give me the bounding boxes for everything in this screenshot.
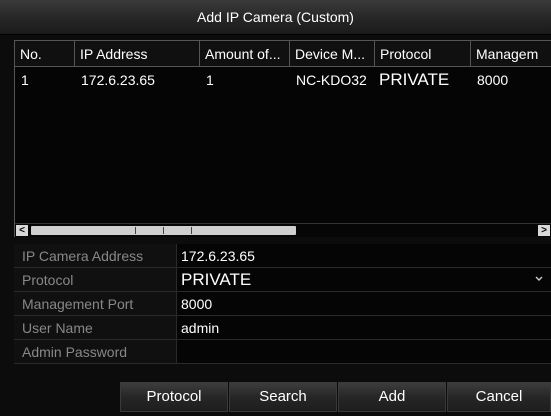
admin-password-field[interactable]	[177, 340, 551, 364]
thumb-grip	[135, 227, 136, 234]
column-header-amount[interactable]: Amount of...	[200, 41, 290, 67]
column-header-no[interactable]: No.	[15, 41, 75, 67]
camera-form: IP Camera Address 172.6.23.65 Protocol P…	[14, 244, 551, 364]
add-ip-camera-dialog: Add IP Camera (Custom) No. IP Address Am…	[0, 0, 551, 416]
cancel-button[interactable]: Cancel	[447, 382, 551, 412]
form-row-user: User Name admin	[14, 316, 551, 340]
column-header-ip-address[interactable]: IP Address	[75, 41, 200, 67]
scroll-left-icon[interactable]: <	[16, 225, 28, 236]
cell-device-model: NC-KDO32	[296, 72, 367, 88]
management-port-field[interactable]: 8000	[177, 292, 551, 316]
cell-protocol: PRIVATE	[379, 70, 450, 89]
ip-camera-address-field[interactable]: 172.6.23.65	[177, 244, 551, 268]
column-header-device-model[interactable]: Device M...	[290, 41, 375, 67]
form-row-port: Management Port 8000	[14, 292, 551, 316]
column-header-protocol[interactable]: Protocol	[375, 41, 471, 67]
thumb-grip	[191, 227, 192, 234]
chevron-down-icon[interactable]	[535, 268, 543, 292]
cell-amount: 1	[206, 72, 214, 88]
dialog-title: Add IP Camera (Custom)	[0, 0, 551, 35]
table-header: No. IP Address Amount of... Device M... …	[15, 41, 551, 67]
protocol-select-value: PRIVATE	[181, 270, 252, 289]
add-button[interactable]: Add	[338, 382, 446, 412]
search-button[interactable]: Search	[229, 382, 337, 412]
protocol-select[interactable]: PRIVATE	[177, 268, 551, 292]
scroll-right-icon[interactable]: >	[538, 225, 550, 236]
horizontal-scrollbar[interactable]: < >	[15, 223, 551, 237]
form-row-ip: IP Camera Address 172.6.23.65	[14, 244, 551, 268]
thumb-grip	[163, 227, 164, 234]
cell-management-port: 8000	[477, 72, 509, 88]
ip-camera-address-label: IP Camera Address	[14, 244, 177, 268]
protocol-button[interactable]: Protocol	[120, 382, 228, 412]
user-name-field[interactable]: admin	[177, 316, 551, 340]
camera-table: No. IP Address Amount of... Device M... …	[14, 40, 551, 237]
button-bar: Protocol Search Add Cancel	[0, 378, 551, 416]
form-row-protocol: Protocol PRIVATE	[14, 268, 551, 292]
table-row[interactable]: 1 172.6.23.65 1 NC-KDO32 PRIVATE 8000	[15, 68, 551, 92]
protocol-label: Protocol	[14, 268, 177, 292]
cell-no: 1	[21, 72, 29, 88]
column-header-management-port[interactable]: Managem	[471, 41, 551, 67]
management-port-label: Management Port	[14, 292, 177, 316]
form-row-password: Admin Password	[14, 340, 551, 364]
scroll-thumb[interactable]	[31, 226, 296, 235]
admin-password-label: Admin Password	[14, 340, 177, 364]
cell-ip-address: 172.6.23.65	[81, 72, 155, 88]
user-name-label: User Name	[14, 316, 177, 340]
